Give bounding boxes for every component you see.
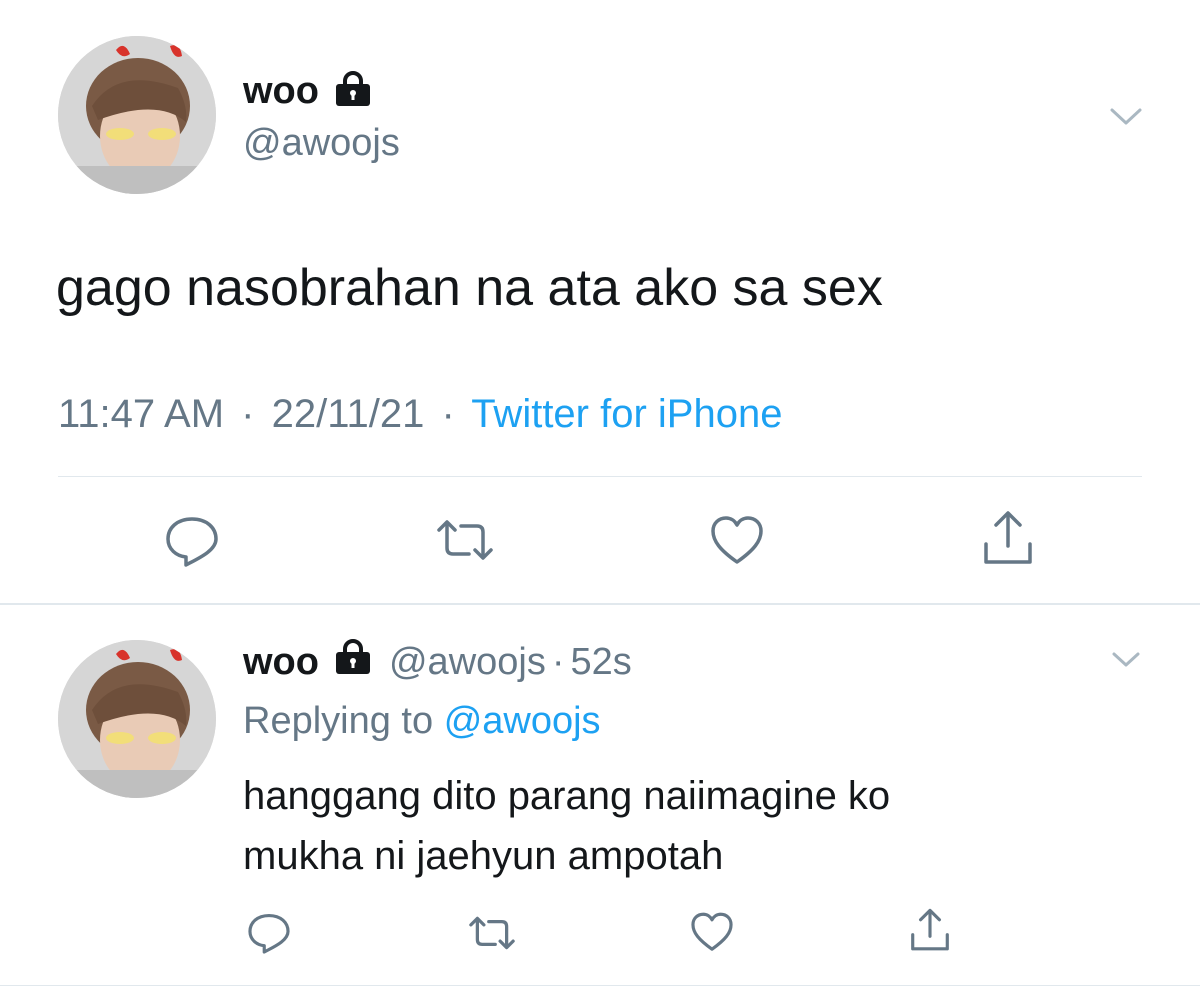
avatar[interactable] <box>58 640 216 798</box>
reply-text-line: hanggang dito parang naiimagine ko <box>243 774 891 818</box>
lock-icon <box>333 70 373 112</box>
heart-icon[interactable] <box>689 911 735 954</box>
tweet-age[interactable]: 52s <box>571 641 632 684</box>
reply-icon[interactable] <box>163 513 221 569</box>
tweet-meta: 11:47 AM · 22/11/21 · Twitter for iPhone <box>58 392 782 437</box>
replying-to: Replying to @awoojs <box>243 700 601 743</box>
replying-to-label: Replying to <box>243 700 434 742</box>
share-icon[interactable] <box>908 906 952 954</box>
divider <box>58 476 1142 477</box>
meta-separator: · <box>551 640 565 683</box>
reply-author-row: woo @awoojs · 52s <box>243 639 632 685</box>
meta-separator: · <box>241 392 255 436</box>
author-row: woo <box>243 70 373 112</box>
tweet-source-link[interactable]: Twitter for iPhone <box>471 392 782 436</box>
handle[interactable]: @awoojs <box>243 122 400 165</box>
divider <box>0 985 1200 986</box>
heart-icon[interactable] <box>708 514 766 568</box>
replying-to-handle[interactable]: @awoojs <box>444 700 601 742</box>
avatar[interactable] <box>58 36 216 194</box>
meta-separator: · <box>441 392 455 436</box>
lock-icon <box>333 639 373 685</box>
avatar-image <box>58 36 216 194</box>
chevron-down-icon[interactable] <box>1110 648 1142 670</box>
reply-icon[interactable] <box>246 910 292 956</box>
display-name[interactable]: woo <box>243 641 319 684</box>
tweet-text: gago nasobrahan na ata ako sa sex <box>56 259 883 317</box>
avatar-image <box>58 640 216 798</box>
display-name[interactable]: woo <box>243 70 319 113</box>
tweet-separator <box>0 603 1200 605</box>
reply-text-line: mukha ni jaehyun ampotah <box>243 834 724 878</box>
share-icon[interactable] <box>980 508 1036 568</box>
handle[interactable]: @awoojs <box>389 641 546 684</box>
tweet-time: 11:47 AM <box>58 392 225 436</box>
retweet-icon[interactable] <box>433 516 497 564</box>
retweet-icon[interactable] <box>466 913 518 953</box>
chevron-down-icon[interactable] <box>1108 104 1144 128</box>
tweet-date: 22/11/21 <box>271 392 425 436</box>
